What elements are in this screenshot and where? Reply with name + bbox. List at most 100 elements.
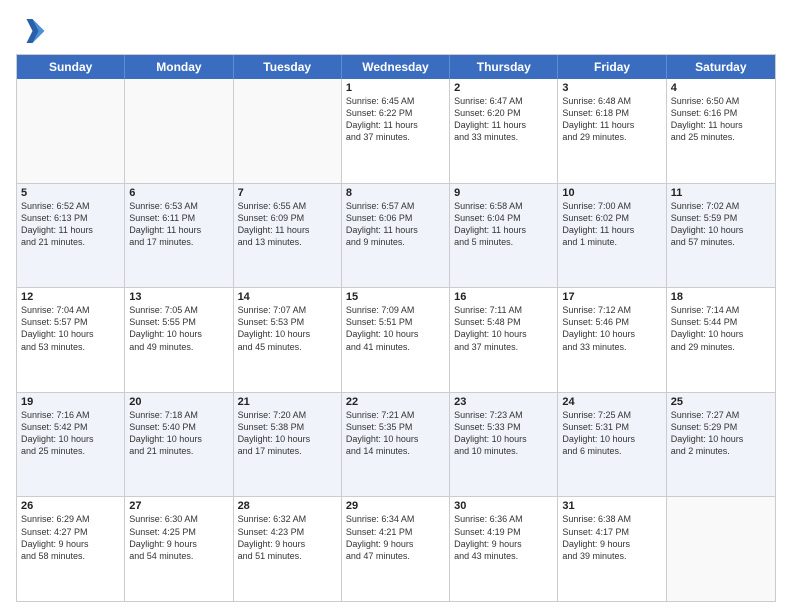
calendar-cell: 28Sunrise: 6:32 AMSunset: 4:23 PMDayligh… (234, 497, 342, 601)
calendar-cell: 25Sunrise: 7:27 AMSunset: 5:29 PMDayligh… (667, 393, 775, 497)
day-number: 14 (238, 291, 337, 303)
calendar: SundayMondayTuesdayWednesdayThursdayFrid… (16, 54, 776, 602)
calendar-cell: 18Sunrise: 7:14 AMSunset: 5:44 PMDayligh… (667, 288, 775, 392)
day-info: Sunrise: 7:16 AMSunset: 5:42 PMDaylight:… (21, 409, 120, 458)
day-number: 21 (238, 396, 337, 408)
day-info: Sunrise: 7:07 AMSunset: 5:53 PMDaylight:… (238, 304, 337, 353)
header-day-tuesday: Tuesday (234, 55, 342, 79)
day-number: 16 (454, 291, 553, 303)
day-info: Sunrise: 6:38 AMSunset: 4:17 PMDaylight:… (562, 513, 661, 562)
calendar-cell: 17Sunrise: 7:12 AMSunset: 5:46 PMDayligh… (558, 288, 666, 392)
calendar-cell: 11Sunrise: 7:02 AMSunset: 5:59 PMDayligh… (667, 184, 775, 288)
day-number: 19 (21, 396, 120, 408)
day-number: 25 (671, 396, 771, 408)
day-number: 23 (454, 396, 553, 408)
day-info: Sunrise: 6:32 AMSunset: 4:23 PMDaylight:… (238, 513, 337, 562)
day-number: 26 (21, 500, 120, 512)
day-number: 20 (129, 396, 228, 408)
day-info: Sunrise: 6:57 AMSunset: 6:06 PMDaylight:… (346, 200, 445, 249)
day-number: 13 (129, 291, 228, 303)
day-number: 12 (21, 291, 120, 303)
day-number: 11 (671, 187, 771, 199)
header-day-wednesday: Wednesday (342, 55, 450, 79)
day-info: Sunrise: 7:27 AMSunset: 5:29 PMDaylight:… (671, 409, 771, 458)
day-info: Sunrise: 6:45 AMSunset: 6:22 PMDaylight:… (346, 95, 445, 144)
day-info: Sunrise: 7:02 AMSunset: 5:59 PMDaylight:… (671, 200, 771, 249)
logo-icon (16, 16, 46, 46)
calendar-cell: 14Sunrise: 7:07 AMSunset: 5:53 PMDayligh… (234, 288, 342, 392)
day-number: 22 (346, 396, 445, 408)
day-number: 3 (562, 82, 661, 94)
day-info: Sunrise: 6:52 AMSunset: 6:13 PMDaylight:… (21, 200, 120, 249)
calendar-cell: 2Sunrise: 6:47 AMSunset: 6:20 PMDaylight… (450, 79, 558, 183)
calendar-cell: 19Sunrise: 7:16 AMSunset: 5:42 PMDayligh… (17, 393, 125, 497)
day-number: 31 (562, 500, 661, 512)
calendar-row-3: 19Sunrise: 7:16 AMSunset: 5:42 PMDayligh… (17, 393, 775, 498)
calendar-cell: 15Sunrise: 7:09 AMSunset: 5:51 PMDayligh… (342, 288, 450, 392)
calendar-cell: 3Sunrise: 6:48 AMSunset: 6:18 PMDaylight… (558, 79, 666, 183)
calendar-cell: 23Sunrise: 7:23 AMSunset: 5:33 PMDayligh… (450, 393, 558, 497)
day-info: Sunrise: 6:50 AMSunset: 6:16 PMDaylight:… (671, 95, 771, 144)
calendar-cell: 26Sunrise: 6:29 AMSunset: 4:27 PMDayligh… (17, 497, 125, 601)
day-info: Sunrise: 6:47 AMSunset: 6:20 PMDaylight:… (454, 95, 553, 144)
day-number: 29 (346, 500, 445, 512)
calendar-cell: 9Sunrise: 6:58 AMSunset: 6:04 PMDaylight… (450, 184, 558, 288)
day-info: Sunrise: 7:12 AMSunset: 5:46 PMDaylight:… (562, 304, 661, 353)
calendar-cell (234, 79, 342, 183)
page: SundayMondayTuesdayWednesdayThursdayFrid… (0, 0, 792, 612)
day-info: Sunrise: 6:55 AMSunset: 6:09 PMDaylight:… (238, 200, 337, 249)
day-number: 4 (671, 82, 771, 94)
calendar-header: SundayMondayTuesdayWednesdayThursdayFrid… (17, 55, 775, 79)
calendar-cell: 24Sunrise: 7:25 AMSunset: 5:31 PMDayligh… (558, 393, 666, 497)
calendar-cell (125, 79, 233, 183)
header-day-thursday: Thursday (450, 55, 558, 79)
logo (16, 16, 50, 46)
calendar-cell: 1Sunrise: 6:45 AMSunset: 6:22 PMDaylight… (342, 79, 450, 183)
header (16, 16, 776, 46)
day-number: 8 (346, 187, 445, 199)
calendar-cell: 13Sunrise: 7:05 AMSunset: 5:55 PMDayligh… (125, 288, 233, 392)
header-day-friday: Friday (558, 55, 666, 79)
header-day-saturday: Saturday (667, 55, 775, 79)
calendar-cell: 12Sunrise: 7:04 AMSunset: 5:57 PMDayligh… (17, 288, 125, 392)
day-number: 18 (671, 291, 771, 303)
calendar-cell: 8Sunrise: 6:57 AMSunset: 6:06 PMDaylight… (342, 184, 450, 288)
header-day-monday: Monday (125, 55, 233, 79)
calendar-row-4: 26Sunrise: 6:29 AMSunset: 4:27 PMDayligh… (17, 497, 775, 601)
header-day-sunday: Sunday (17, 55, 125, 79)
day-info: Sunrise: 7:21 AMSunset: 5:35 PMDaylight:… (346, 409, 445, 458)
day-info: Sunrise: 7:11 AMSunset: 5:48 PMDaylight:… (454, 304, 553, 353)
day-number: 27 (129, 500, 228, 512)
day-number: 6 (129, 187, 228, 199)
calendar-cell: 16Sunrise: 7:11 AMSunset: 5:48 PMDayligh… (450, 288, 558, 392)
day-info: Sunrise: 6:30 AMSunset: 4:25 PMDaylight:… (129, 513, 228, 562)
day-info: Sunrise: 6:34 AMSunset: 4:21 PMDaylight:… (346, 513, 445, 562)
day-number: 10 (562, 187, 661, 199)
day-info: Sunrise: 7:20 AMSunset: 5:38 PMDaylight:… (238, 409, 337, 458)
calendar-row-1: 5Sunrise: 6:52 AMSunset: 6:13 PMDaylight… (17, 184, 775, 289)
day-number: 5 (21, 187, 120, 199)
day-info: Sunrise: 7:04 AMSunset: 5:57 PMDaylight:… (21, 304, 120, 353)
day-info: Sunrise: 6:58 AMSunset: 6:04 PMDaylight:… (454, 200, 553, 249)
day-info: Sunrise: 7:14 AMSunset: 5:44 PMDaylight:… (671, 304, 771, 353)
day-number: 30 (454, 500, 553, 512)
day-info: Sunrise: 7:09 AMSunset: 5:51 PMDaylight:… (346, 304, 445, 353)
calendar-cell: 30Sunrise: 6:36 AMSunset: 4:19 PMDayligh… (450, 497, 558, 601)
day-info: Sunrise: 7:18 AMSunset: 5:40 PMDaylight:… (129, 409, 228, 458)
calendar-cell: 10Sunrise: 7:00 AMSunset: 6:02 PMDayligh… (558, 184, 666, 288)
day-number: 1 (346, 82, 445, 94)
calendar-cell: 6Sunrise: 6:53 AMSunset: 6:11 PMDaylight… (125, 184, 233, 288)
day-number: 7 (238, 187, 337, 199)
day-info: Sunrise: 7:00 AMSunset: 6:02 PMDaylight:… (562, 200, 661, 249)
day-info: Sunrise: 6:36 AMSunset: 4:19 PMDaylight:… (454, 513, 553, 562)
calendar-row-2: 12Sunrise: 7:04 AMSunset: 5:57 PMDayligh… (17, 288, 775, 393)
calendar-cell: 21Sunrise: 7:20 AMSunset: 5:38 PMDayligh… (234, 393, 342, 497)
calendar-row-0: 1Sunrise: 6:45 AMSunset: 6:22 PMDaylight… (17, 79, 775, 184)
calendar-cell: 4Sunrise: 6:50 AMSunset: 6:16 PMDaylight… (667, 79, 775, 183)
calendar-cell: 29Sunrise: 6:34 AMSunset: 4:21 PMDayligh… (342, 497, 450, 601)
day-number: 28 (238, 500, 337, 512)
calendar-cell (667, 497, 775, 601)
calendar-cell: 20Sunrise: 7:18 AMSunset: 5:40 PMDayligh… (125, 393, 233, 497)
day-number: 17 (562, 291, 661, 303)
day-number: 2 (454, 82, 553, 94)
